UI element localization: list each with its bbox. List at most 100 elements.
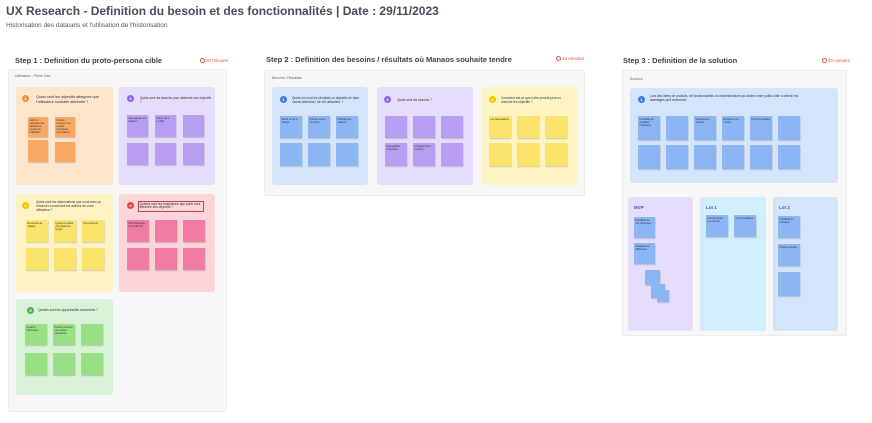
sticky-note[interactable]: Pouvoir comparer: [750, 116, 772, 140]
sticky-note[interactable]: Visualiser les différences: [634, 243, 655, 264]
sticky-note[interactable]: [155, 143, 176, 165]
sticky-note[interactable]: [155, 220, 177, 242]
section-number-badge: 3: [489, 96, 496, 103]
sticky-note[interactable]: Recherche de dataset: [26, 220, 48, 242]
sticky-note[interactable]: [336, 143, 358, 166]
sticky-note[interactable]: Sauvegarder l'historique: [385, 143, 407, 166]
sticky-note[interactable]: [517, 143, 539, 166]
sticky-note[interactable]: [722, 145, 744, 169]
step2-question-1: Quels ont sont les résultats ou objectif…: [292, 96, 359, 104]
sticky-note[interactable]: [666, 145, 688, 169]
section-number-badge: 5: [27, 307, 34, 314]
sticky-note[interactable]: [183, 143, 204, 165]
sticky-note[interactable]: Possibilité de comparer: [778, 216, 800, 238]
sticky-note[interactable]: Restaurer une version: [722, 116, 744, 140]
step3-timer-label: 20 minutes: [828, 58, 851, 63]
lot2-column-title: Lot 2: [779, 205, 790, 210]
timer-icon: [822, 58, 827, 63]
step1-question-1: Quels sont les objectifs atteignés que l…: [36, 95, 99, 104]
sticky-note[interactable]: [127, 248, 149, 270]
step1-board-label: Utilisateur - Pierre Dan: [15, 74, 51, 78]
sticky-note[interactable]: [489, 143, 511, 166]
sticky-note[interactable]: [545, 116, 567, 138]
sticky-note[interactable]: Possibilité de visualiser l'historique: [638, 116, 660, 140]
page-subtitle: Historisation des datasets et l'utilisat…: [6, 22, 168, 29]
sticky-note[interactable]: [413, 116, 435, 138]
step1-question-5: Quelles sont les opportunités retournées…: [38, 308, 98, 312]
sticky-note[interactable]: Sauvegarder les datasets: [127, 115, 148, 137]
sticky-note[interactable]: [26, 248, 48, 270]
sticky-note[interactable]: Pouvoir retrouver une version précédente…: [55, 117, 75, 137]
step3-title: Step 3 : Definition de la solution: [623, 56, 738, 65]
sticky-note[interactable]: Voir quel dataset: [734, 215, 756, 237]
timer-icon: [556, 56, 561, 61]
sticky-note[interactable]: [280, 143, 302, 166]
sticky-note[interactable]: Comparer deux versions: [413, 143, 435, 166]
sticky-note[interactable]: [25, 353, 47, 375]
step3-board-label: Solution: [630, 77, 643, 81]
sticky-note[interactable]: [53, 353, 75, 375]
section-number-badge: 4: [127, 202, 134, 209]
sticky-note[interactable]: Savoir ce qui a changé: [280, 116, 302, 138]
sticky-note[interactable]: [55, 142, 75, 162]
sticky-note[interactable]: Historiser les datasets: [336, 116, 358, 138]
section-number-badge: 2: [384, 96, 391, 103]
sticky-note[interactable]: Création d'historique: [25, 324, 47, 345]
sticky-note[interactable]: Pouvoir revenir en arrière: [308, 116, 330, 138]
sticky-note[interactable]: [308, 143, 330, 166]
step1-question-3: Quels sont les observations que nous ave…: [36, 200, 102, 212]
sticky-note[interactable]: [517, 116, 539, 138]
sticky-note[interactable]: Pas d'historique sur la donnée: [127, 220, 149, 242]
sticky-note[interactable]: [638, 145, 660, 169]
sticky-note[interactable]: [666, 116, 688, 140]
sticky-note[interactable]: Avoir un historique des datasets et pouv…: [28, 117, 48, 137]
sticky-note[interactable]: [81, 324, 103, 345]
sticky-note[interactable]: Les historisations: [489, 116, 511, 138]
sticky-note[interactable]: [127, 143, 148, 165]
sticky-note[interactable]: Visualiser les versions: [694, 116, 716, 140]
sticky-note[interactable]: [155, 248, 177, 270]
sticky-note[interactable]: [694, 145, 716, 169]
step1-timer: 20 minutes: [200, 58, 228, 63]
sticky-note[interactable]: Pas consacré: [82, 220, 104, 242]
step2-board-label: Besoins / Résultats: [272, 76, 302, 80]
sticky-note[interactable]: [183, 115, 204, 137]
sticky-note[interactable]: [82, 248, 104, 270]
sticky-note[interactable]: [657, 290, 669, 302]
section-number-badge: 3: [22, 202, 29, 209]
sticky-note[interactable]: Pouvoir garder une version: [706, 215, 728, 237]
sticky-note[interactable]: [81, 353, 103, 375]
sticky-note[interactable]: Pouvoir exporter: [778, 244, 800, 266]
sticky-note[interactable]: Savoir qui a modifié: [155, 115, 176, 137]
step1-question-2: Quels sont les besoins pour atteindre se…: [140, 96, 212, 104]
step3-timer: 20 minutes: [822, 58, 850, 63]
sticky-note[interactable]: [183, 248, 205, 270]
sticky-note[interactable]: [28, 140, 48, 162]
sticky-note[interactable]: [54, 248, 76, 270]
timer-icon: [200, 58, 205, 63]
sticky-note[interactable]: [778, 272, 800, 296]
mvp-column-title: MVP: [634, 205, 644, 210]
section-number-badge: 1: [280, 96, 287, 103]
sticky-note[interactable]: [385, 116, 407, 138]
sticky-note[interactable]: [441, 143, 463, 166]
step2-question-3: Comment est-ce que notre produit peut ou…: [501, 96, 561, 104]
step1-title: Step 1 : Definition du proto-persona cib…: [15, 56, 163, 65]
lot1-column-title: Lot 1: [706, 205, 717, 210]
step2-timer: 15 minutes: [556, 56, 584, 61]
step2-question-2: Quels sont les besoins ?: [397, 98, 432, 102]
sticky-note[interactable]: Quand est utilisé par rapport au temps: [54, 220, 76, 242]
sticky-note[interactable]: [545, 143, 567, 166]
section-number-badge: 2: [127, 95, 134, 102]
sticky-note[interactable]: [183, 220, 205, 242]
sticky-note[interactable]: [750, 145, 772, 169]
section-number-badge: 1: [638, 96, 645, 103]
sticky-note[interactable]: [778, 116, 800, 140]
sticky-note[interactable]: Pouvoir retrouver une version précédente: [53, 324, 75, 345]
step2-timer-label: 15 minutes: [562, 56, 585, 61]
sticky-note[interactable]: Possibilité de voir l'historique: [634, 217, 655, 238]
sticky-note[interactable]: [645, 270, 660, 285]
step3-question: Lors des idées de produits, de fonctionn…: [650, 94, 799, 102]
sticky-note[interactable]: [441, 116, 463, 138]
sticky-note[interactable]: [778, 145, 800, 169]
